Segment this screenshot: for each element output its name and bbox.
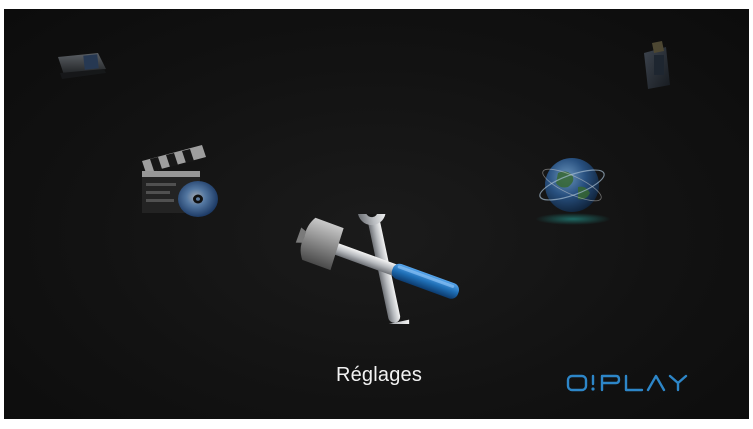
movie-icon[interactable] — [136, 139, 226, 223]
main-menu-screen: Réglages — [4, 9, 749, 419]
oplay-logo — [564, 371, 694, 395]
internet-icon[interactable] — [528, 147, 618, 229]
selected-item-label: Réglages — [335, 364, 423, 386]
photo-icon[interactable] — [54, 49, 114, 85]
music-icon[interactable] — [640, 39, 674, 91]
settings-icon[interactable] — [288, 214, 478, 324]
